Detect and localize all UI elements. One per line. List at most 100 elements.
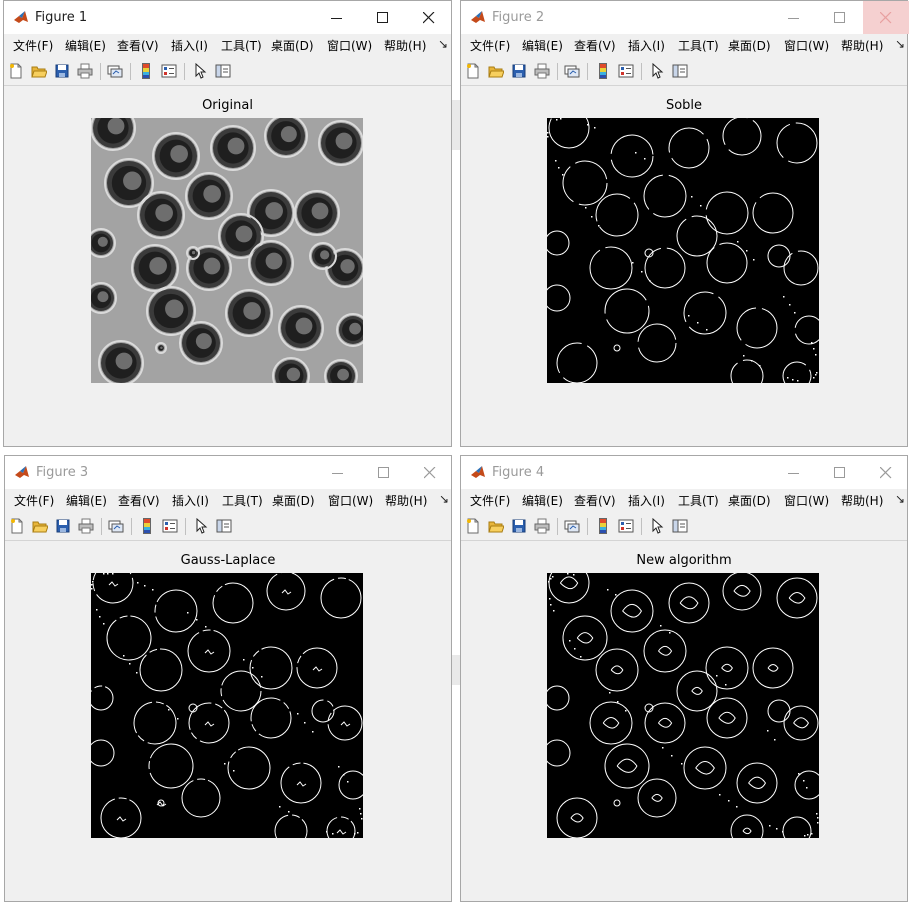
menu-tools[interactable]: 工具(T) xyxy=(678,38,719,54)
insert-legend-icon[interactable] xyxy=(618,63,634,79)
menu-desktop[interactable]: 桌面(D) xyxy=(271,38,314,54)
menu-window[interactable]: 窗口(W) xyxy=(328,493,373,509)
edge-speck xyxy=(556,119,558,121)
minimize-button[interactable] xyxy=(315,456,361,489)
menu-overflow-icon[interactable]: ↘ xyxy=(895,37,905,51)
menu-desktop[interactable]: 桌面(D) xyxy=(728,493,771,509)
cell-highlight xyxy=(349,322,361,335)
menu-insert[interactable]: 插入(I) xyxy=(628,493,665,509)
menu-file[interactable]: 文件(F) xyxy=(470,493,510,509)
edit-plot-pointer-icon[interactable] xyxy=(193,518,209,534)
edit-plot-pointer-icon[interactable] xyxy=(192,63,208,79)
property-inspector-icon[interactable] xyxy=(672,63,688,79)
menu-edit[interactable]: 编辑(E) xyxy=(522,493,563,509)
open-file-icon[interactable] xyxy=(32,518,48,534)
insert-legend-icon[interactable] xyxy=(162,518,178,534)
menu-window[interactable]: 窗口(W) xyxy=(784,493,829,509)
menu-file[interactable]: 文件(F) xyxy=(14,493,54,509)
close-button[interactable] xyxy=(406,1,452,34)
insert-colorbar-icon[interactable] xyxy=(595,518,611,534)
menu-bar: 文件(F) 编辑(E) 查看(V) 插入(I) 工具(T) 桌面(D) 窗口(W… xyxy=(5,489,451,513)
save-icon[interactable] xyxy=(511,63,527,79)
minimize-button[interactable] xyxy=(314,1,360,34)
menu-help[interactable]: 帮助(H) xyxy=(841,493,883,509)
close-button[interactable] xyxy=(863,456,909,489)
edge-speck xyxy=(736,806,738,808)
menu-desktop[interactable]: 桌面(D) xyxy=(728,38,771,54)
link-plot-icon[interactable] xyxy=(107,63,123,79)
insert-colorbar-icon[interactable] xyxy=(139,518,155,534)
title-bar[interactable]: Figure 1 xyxy=(4,1,451,34)
menu-tools[interactable]: 工具(T) xyxy=(222,493,263,509)
property-inspector-icon[interactable] xyxy=(672,518,688,534)
menu-view[interactable]: 查看(V) xyxy=(117,38,159,54)
property-inspector-icon[interactable] xyxy=(215,63,231,79)
maximize-button[interactable] xyxy=(360,1,406,34)
print-icon[interactable] xyxy=(78,518,94,534)
maximize-button[interactable] xyxy=(817,1,863,34)
menu-view[interactable]: 查看(V) xyxy=(574,493,616,509)
figure-window-1: Figure 1 文件(F) 编辑(E) 查看(V) 插入(I) 工具(T) 桌… xyxy=(3,0,452,447)
menu-file[interactable]: 文件(F) xyxy=(470,38,510,54)
open-file-icon[interactable] xyxy=(488,63,504,79)
new-figure-icon[interactable] xyxy=(465,518,481,534)
menu-help[interactable]: 帮助(H) xyxy=(384,38,426,54)
link-plot-icon[interactable] xyxy=(564,518,580,534)
new-figure-icon[interactable] xyxy=(9,518,25,534)
open-file-icon[interactable] xyxy=(31,63,47,79)
menu-window[interactable]: 窗口(W) xyxy=(784,38,829,54)
menu-tools[interactable]: 工具(T) xyxy=(221,38,262,54)
menu-overflow-icon[interactable]: ↘ xyxy=(439,492,449,506)
menu-insert[interactable]: 插入(I) xyxy=(172,493,209,509)
new-figure-icon[interactable] xyxy=(8,63,24,79)
title-bar[interactable]: Figure 3 xyxy=(5,456,451,489)
menu-desktop[interactable]: 桌面(D) xyxy=(272,493,315,509)
menu-help[interactable]: 帮助(H) xyxy=(385,493,427,509)
edge-speck xyxy=(562,174,564,176)
save-icon[interactable] xyxy=(511,518,527,534)
save-icon[interactable] xyxy=(55,518,71,534)
insert-colorbar-icon[interactable] xyxy=(138,63,154,79)
menu-edit[interactable]: 编辑(E) xyxy=(522,38,563,54)
menu-overflow-icon[interactable]: ↘ xyxy=(438,37,448,51)
minimize-icon xyxy=(331,18,342,19)
maximize-button[interactable] xyxy=(361,456,407,489)
insert-legend-icon[interactable] xyxy=(618,518,634,534)
new-figure-icon[interactable] xyxy=(465,63,481,79)
insert-colorbar-icon[interactable] xyxy=(595,63,611,79)
close-button[interactable] xyxy=(863,1,909,34)
edit-plot-pointer-icon[interactable] xyxy=(649,63,665,79)
maximize-button[interactable] xyxy=(817,456,863,489)
print-icon[interactable] xyxy=(534,518,550,534)
menu-view[interactable]: 查看(V) xyxy=(118,493,160,509)
link-plot-icon[interactable] xyxy=(564,63,580,79)
menu-overflow-icon[interactable]: ↘ xyxy=(895,492,905,506)
property-inspector-icon[interactable] xyxy=(216,518,232,534)
menu-edit[interactable]: 编辑(E) xyxy=(66,493,107,509)
link-plot-icon[interactable] xyxy=(108,518,124,534)
edge-speck xyxy=(700,205,702,207)
menu-file[interactable]: 文件(F) xyxy=(13,38,53,54)
title-bar[interactable]: Figure 4 xyxy=(461,456,907,489)
menu-insert[interactable]: 插入(I) xyxy=(628,38,665,54)
menu-window[interactable]: 窗口(W) xyxy=(327,38,372,54)
cell-edge-contour xyxy=(548,118,590,149)
menu-tools[interactable]: 工具(T) xyxy=(678,493,719,509)
print-icon[interactable] xyxy=(534,63,550,79)
print-icon[interactable] xyxy=(77,63,93,79)
cell-edge-contour xyxy=(613,344,621,352)
menu-insert[interactable]: 插入(I) xyxy=(171,38,208,54)
open-file-icon[interactable] xyxy=(488,518,504,534)
minimize-button[interactable] xyxy=(771,456,817,489)
menu-help[interactable]: 帮助(H) xyxy=(841,38,883,54)
insert-legend-icon[interactable] xyxy=(161,63,177,79)
minimize-button[interactable] xyxy=(771,1,817,34)
close-button[interactable] xyxy=(407,456,453,489)
menu-edit[interactable]: 编辑(E) xyxy=(65,38,106,54)
cell-highlight xyxy=(123,171,142,191)
edge-speck xyxy=(555,160,557,162)
menu-view[interactable]: 查看(V) xyxy=(574,38,616,54)
save-icon[interactable] xyxy=(54,63,70,79)
edit-plot-pointer-icon[interactable] xyxy=(649,518,665,534)
title-bar[interactable]: Figure 2 xyxy=(461,1,909,34)
